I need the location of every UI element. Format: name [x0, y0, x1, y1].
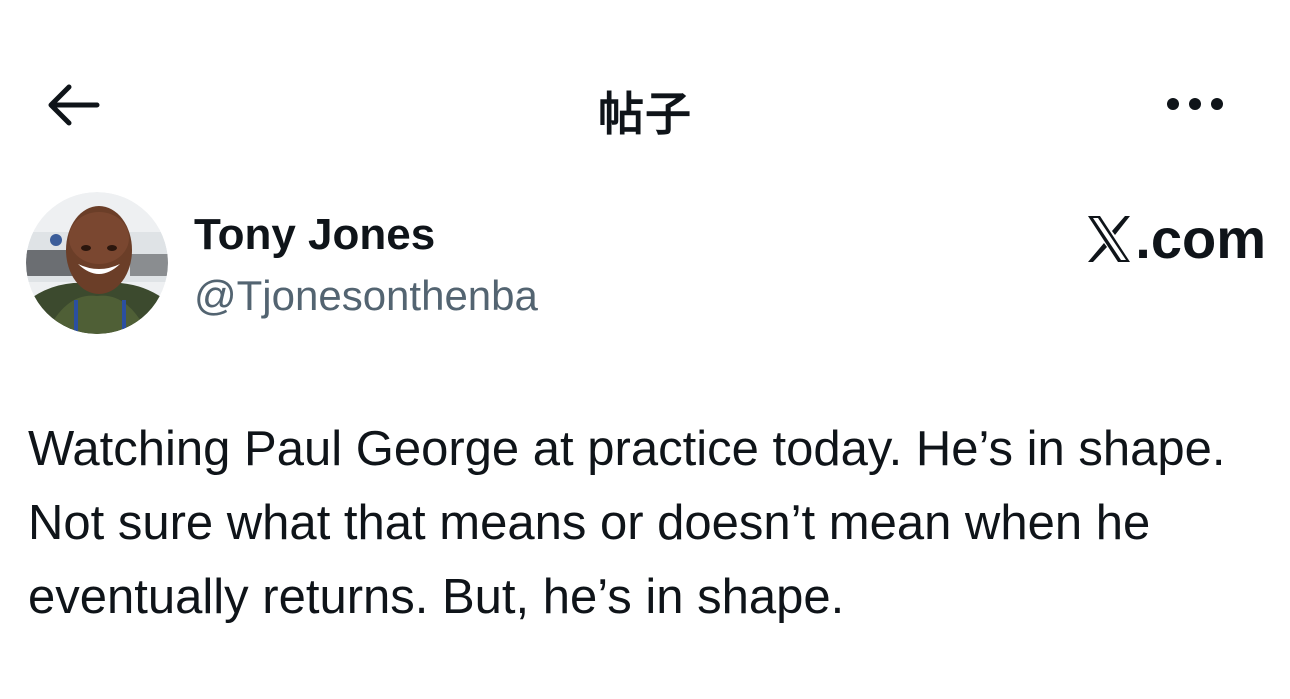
- post-author: Tony Jones @Tjonesonthenba .com: [26, 192, 1266, 337]
- author-display-name[interactable]: Tony Jones: [194, 210, 435, 260]
- site-logo-text: .com: [1135, 207, 1266, 270]
- more-options-button[interactable]: [1160, 84, 1230, 124]
- author-handle[interactable]: @Tjonesonthenba: [194, 272, 538, 320]
- site-logo: .com: [1085, 206, 1266, 271]
- post-text: Watching Paul George at practice today. …: [28, 422, 1226, 624]
- page-title: 帖子: [598, 87, 692, 141]
- avatar[interactable]: [26, 192, 168, 334]
- top-bar: 帖子: [0, 60, 1290, 150]
- avatar-photo: [26, 192, 168, 334]
- x-logo-icon: [1088, 215, 1131, 262]
- more-horizontal-icon: [1167, 98, 1223, 110]
